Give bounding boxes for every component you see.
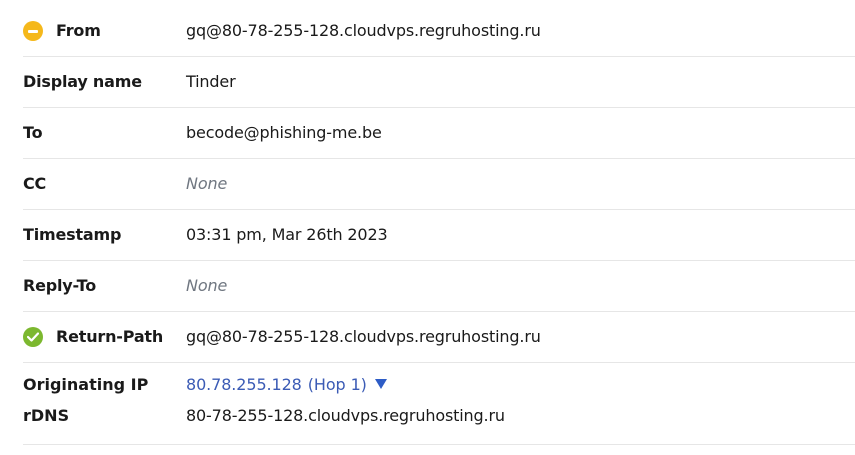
warning-minus-icon bbox=[23, 21, 43, 41]
rdns-label: rDNS bbox=[23, 406, 70, 425]
row-return-path: Return-Path gq@80-78-255-128.cloudvps.re… bbox=[23, 312, 855, 363]
timestamp-label: Timestamp bbox=[23, 225, 122, 244]
from-value: gq@80-78-255-128.cloudvps.regruhosting.r… bbox=[186, 21, 541, 40]
check-circle-icon bbox=[23, 327, 43, 347]
cc-label: CC bbox=[23, 174, 47, 193]
originating-ip-label: Originating IP bbox=[23, 375, 149, 394]
row-to: To becode@phishing-me.be bbox=[23, 108, 855, 159]
display-name-label: Display name bbox=[23, 72, 142, 91]
display-name-value: Tinder bbox=[186, 72, 236, 91]
row-reply-to: Reply-To None bbox=[23, 261, 855, 312]
row-from: From gq@80-78-255-128.cloudvps.regruhost… bbox=[23, 6, 855, 57]
to-value: becode@phishing-me.be bbox=[186, 123, 382, 142]
row-origin: Originating IP 80.78.255.128 (Hop 1) rDNS… bbox=[23, 363, 855, 445]
from-label: From bbox=[56, 21, 101, 40]
to-label: To bbox=[23, 123, 43, 142]
timestamp-value: 03:31 pm, Mar 26th 2023 bbox=[186, 225, 388, 244]
return-path-label: Return-Path bbox=[56, 327, 164, 346]
hop-label[interactable]: (Hop 1) bbox=[308, 375, 367, 394]
row-display-name: Display name Tinder bbox=[23, 57, 855, 108]
originating-ip-link[interactable]: 80.78.255.128 (Hop 1) bbox=[186, 375, 387, 394]
return-path-value: gq@80-78-255-128.cloudvps.regruhosting.r… bbox=[186, 327, 541, 346]
row-timestamp: Timestamp 03:31 pm, Mar 26th 2023 bbox=[23, 210, 855, 261]
rdns-value: 80-78-255-128.cloudvps.regruhosting.ru bbox=[186, 406, 505, 425]
originating-ip-value[interactable]: 80.78.255.128 bbox=[186, 375, 302, 394]
reply-to-value: None bbox=[186, 276, 228, 295]
chevron-down-icon[interactable] bbox=[374, 379, 387, 389]
row-cc: CC None bbox=[23, 159, 855, 210]
reply-to-label: Reply-To bbox=[23, 276, 97, 295]
cc-value: None bbox=[186, 174, 228, 193]
email-header-table: From gq@80-78-255-128.cloudvps.regruhost… bbox=[23, 6, 855, 445]
